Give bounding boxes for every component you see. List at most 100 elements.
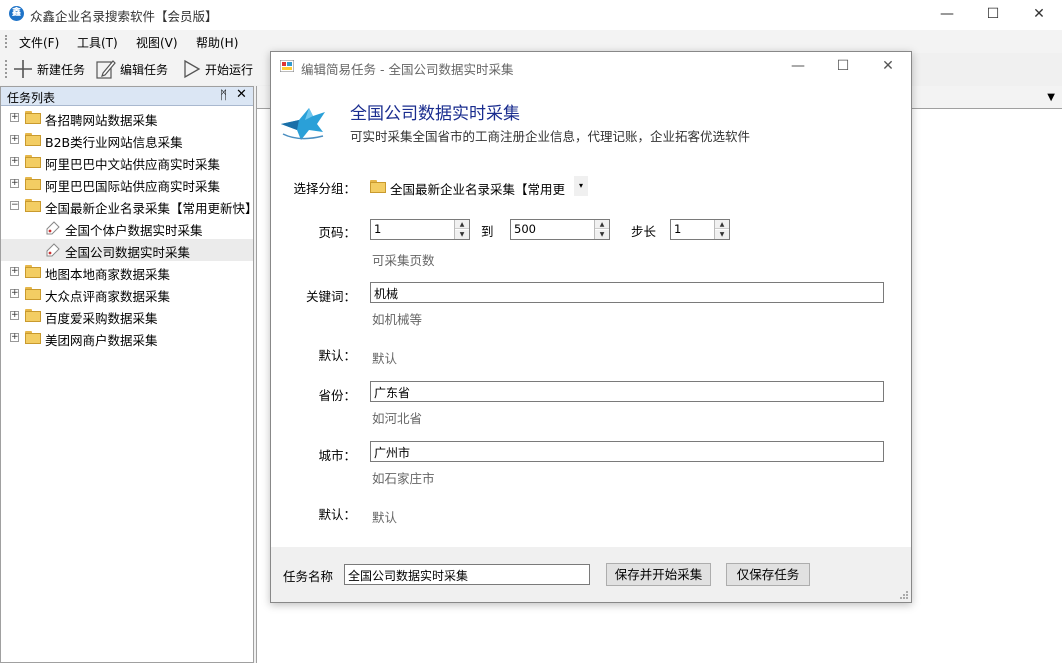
folder-icon: [25, 265, 41, 278]
stepper-up-icon[interactable]: ▲: [455, 220, 469, 229]
default-label: 默认：: [318, 507, 356, 522]
folder-icon: [25, 111, 41, 124]
menu-bar: 文件(F) 工具(T) 视图(V) 帮助(H): [0, 30, 1062, 53]
group-value: 全国最新企业名录采集【常用更: [390, 182, 566, 197]
keyword-label: 关键词：: [305, 289, 356, 304]
folder-icon: [25, 133, 41, 146]
expand-icon[interactable]: +: [10, 267, 19, 276]
province-label: 省份：: [318, 388, 356, 403]
tree-item-label: 大众点评商家数据采集: [45, 289, 171, 304]
tree-item-label: 阿里巴巴国际站供应商实时采集: [45, 179, 221, 194]
close-button[interactable]: ✕: [1016, 0, 1062, 30]
menu-view[interactable]: 视图(V): [136, 34, 178, 51]
menu-tools[interactable]: 工具(T): [77, 34, 118, 51]
expand-icon[interactable]: +: [10, 311, 19, 320]
tree-item-alibaba-intl[interactable]: + 阿里巴巴国际站供应商实时采集: [1, 173, 253, 195]
tab-dropdown-icon[interactable]: ▼: [1047, 92, 1055, 103]
tag-icon: [46, 221, 60, 235]
collapse-icon[interactable]: −: [10, 201, 19, 210]
tree-item-map[interactable]: + 地图本地商家数据采集: [1, 261, 253, 283]
expand-icon[interactable]: +: [10, 289, 19, 298]
tree-item-dianping[interactable]: + 大众点评商家数据采集: [1, 283, 253, 305]
tree-item-recruit[interactable]: + 各招聘网站数据采集: [1, 107, 253, 129]
task-name-label: 任务名称: [283, 569, 334, 584]
panel-close-icon[interactable]: ✕: [236, 87, 247, 102]
pin-icon[interactable]: ᛗ: [220, 88, 227, 102]
tree-item-b2b[interactable]: + B2B类行业网站信息采集: [1, 129, 253, 151]
tree-item-label: 阿里巴巴中文站供应商实时采集: [45, 157, 221, 172]
keyword-hint: 如机械等: [372, 312, 423, 327]
folder-open-icon: [25, 199, 41, 212]
stepper-down-icon[interactable]: ▼: [715, 230, 729, 239]
expand-icon[interactable]: +: [10, 135, 19, 144]
stepper-up-icon[interactable]: ▲: [715, 220, 729, 229]
minimize-button[interactable]: —: [924, 0, 970, 30]
expand-icon[interactable]: +: [10, 333, 19, 342]
city-input[interactable]: 广州市: [370, 441, 884, 462]
tree-item-meituan[interactable]: + 美团网商户数据采集: [1, 327, 253, 349]
edit-task-label: 编辑任务: [120, 62, 169, 77]
edit-task-button[interactable]: 编辑任务: [95, 57, 168, 81]
page-to-stepper[interactable]: 500 ▲ ▼: [510, 219, 610, 240]
folder-icon: [25, 287, 41, 300]
resize-grip-icon[interactable]: [899, 590, 909, 600]
page-to-value: 500: [514, 222, 536, 236]
keyword-input[interactable]: 机械: [370, 282, 884, 303]
dialog-header-subtitle: 可实时采集全国省市的工商注册企业信息，代理记账，企业拓客优选软件: [350, 129, 751, 144]
city-label: 城市：: [318, 448, 356, 463]
tag-icon: [46, 243, 60, 257]
tree-item-label: 全国最新企业名录采集【常用更新快】: [45, 201, 258, 216]
dialog-titlebar: 编辑简易任务 - 全国公司数据实时采集 — ☐ ✕: [271, 52, 911, 82]
task-name-input[interactable]: 全国公司数据实时采集: [344, 564, 590, 585]
expand-icon[interactable]: +: [10, 157, 19, 166]
dialog-minimize-button[interactable]: —: [775, 52, 821, 82]
menu-grip: [5, 35, 7, 48]
step-label: 步长: [631, 224, 657, 239]
task-list-title: 任务列表: [7, 91, 56, 105]
start-run-button[interactable]: 开始运行: [180, 57, 253, 81]
edit-task-dialog: 编辑简易任务 - 全国公司数据实时采集 — ☐ ✕ 全国公司数据实时采集 可实时…: [270, 51, 912, 603]
tree-item-individual[interactable]: 全国个体户数据实时采集: [1, 217, 253, 239]
menu-help[interactable]: 帮助(H): [196, 34, 238, 51]
default-hint: 默认: [372, 510, 398, 525]
group-select[interactable]: 全国最新企业名录采集【常用更 ▾: [370, 176, 588, 198]
tree-item-label: B2B类行业网站信息采集: [45, 135, 183, 150]
page-label: 页码：: [318, 225, 356, 240]
stepper-buttons: ▲ ▼: [714, 220, 729, 239]
save-and-start-button[interactable]: 保存并开始采集: [606, 563, 711, 586]
plus-icon: [14, 60, 32, 78]
menu-file[interactable]: 文件(F): [19, 34, 59, 51]
expand-icon[interactable]: +: [10, 179, 19, 188]
tree-item-label: 全国个体户数据实时采集: [65, 223, 203, 238]
folder-icon: [25, 331, 41, 344]
province-input[interactable]: 广东省: [370, 381, 884, 402]
tree-item-label: 各招聘网站数据采集: [45, 113, 158, 128]
tree-item-label: 地图本地商家数据采集: [45, 267, 171, 282]
dialog-maximize-button[interactable]: ☐: [820, 52, 866, 82]
city-hint: 如石家庄市: [372, 471, 435, 486]
dialog-title: 编辑简易任务 - 全国公司数据实时采集: [301, 62, 514, 77]
toolbar: 新建任务 编辑任务 开始运行: [0, 53, 270, 85]
stepper-down-icon[interactable]: ▼: [595, 230, 609, 239]
step-stepper[interactable]: 1 ▲ ▼: [670, 219, 730, 240]
new-task-button[interactable]: 新建任务: [12, 57, 85, 81]
page-from-value: 1: [374, 222, 382, 236]
window-app-icon: [280, 60, 294, 72]
tree-item-alibaba-cn[interactable]: + 阿里巴巴中文站供应商实时采集: [1, 151, 253, 173]
stepper-up-icon[interactable]: ▲: [595, 220, 609, 229]
tree-item-baidu[interactable]: + 百度爱采购数据采集: [1, 305, 253, 327]
folder-icon: [25, 309, 41, 322]
folder-icon: [370, 180, 386, 193]
expand-icon[interactable]: +: [10, 113, 19, 122]
page-to-label: 到: [481, 224, 494, 239]
maximize-button[interactable]: ☐: [970, 0, 1016, 30]
dialog-close-button[interactable]: ✕: [865, 52, 911, 82]
chevron-down-icon[interactable]: ▾: [574, 176, 588, 196]
stepper-down-icon[interactable]: ▼: [455, 230, 469, 239]
tree-item-company[interactable]: 全国公司数据实时采集: [1, 239, 253, 261]
province-hint: 如河北省: [372, 411, 423, 426]
step-value: 1: [674, 222, 682, 236]
page-from-stepper[interactable]: 1 ▲ ▼: [370, 219, 470, 240]
save-only-button[interactable]: 仅保存任务: [726, 563, 810, 586]
tree-item-enterprise[interactable]: − 全国最新企业名录采集【常用更新快】: [1, 195, 258, 217]
